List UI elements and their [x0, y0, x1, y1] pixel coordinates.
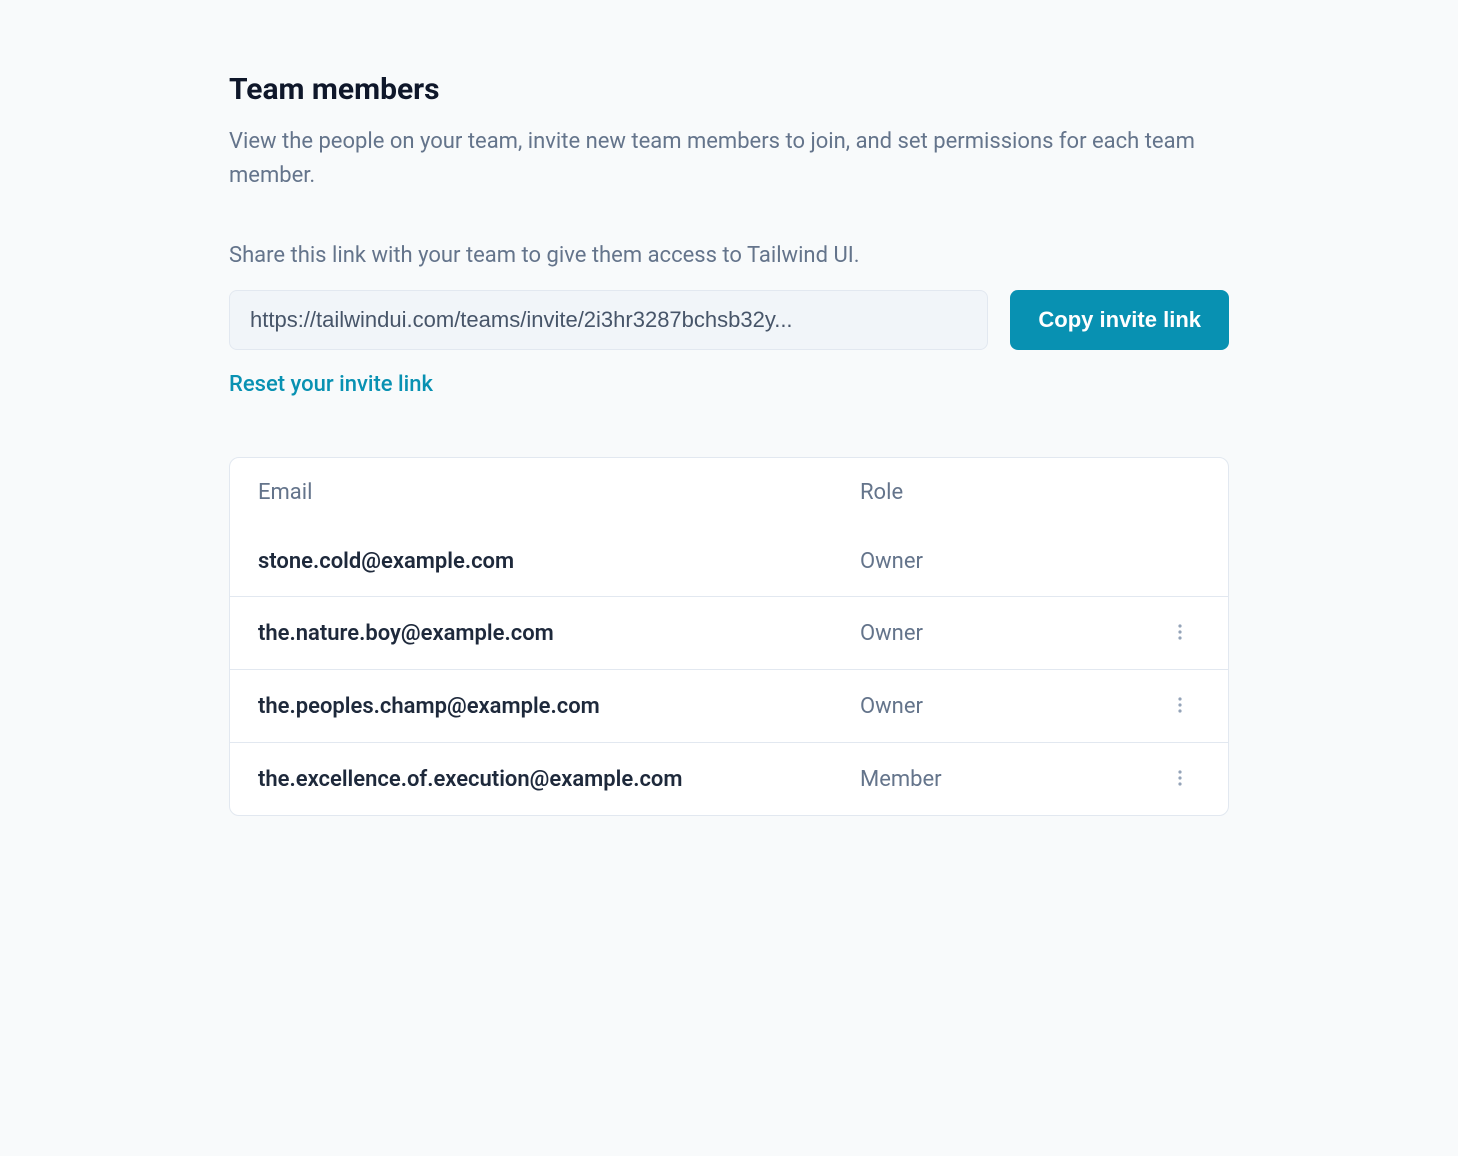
member-email: stone.cold@example.com	[258, 549, 860, 574]
member-email: the.excellence.of.execution@example.com	[258, 767, 860, 792]
more-vertical-icon	[1170, 695, 1190, 718]
member-role: Member	[860, 767, 1160, 792]
member-email: the.peoples.champ@example.com	[258, 694, 860, 719]
copy-invite-link-button[interactable]: Copy invite link	[1010, 290, 1229, 350]
table-row: the.peoples.champ@example.comOwner	[230, 669, 1228, 742]
member-role: Owner	[860, 621, 1160, 646]
table-row: stone.cold@example.comOwner	[230, 527, 1228, 596]
column-header-role: Role	[860, 480, 1160, 505]
member-email: the.nature.boy@example.com	[258, 621, 860, 646]
member-role: Owner	[860, 549, 1160, 574]
more-options-button[interactable]	[1166, 619, 1194, 647]
reset-invite-link[interactable]: Reset your invite link	[229, 372, 433, 397]
members-table: Email Role stone.cold@example.comOwnerth…	[229, 457, 1229, 816]
table-header-row: Email Role	[230, 458, 1228, 527]
share-link-label: Share this link with your team to give t…	[229, 243, 1229, 268]
invite-link-input[interactable]	[229, 290, 988, 350]
member-role: Owner	[860, 694, 1160, 719]
more-vertical-icon	[1170, 622, 1190, 645]
table-row: the.nature.boy@example.comOwner	[230, 596, 1228, 669]
page-description: View the people on your team, invite new…	[229, 125, 1229, 193]
column-header-email: Email	[258, 480, 860, 505]
table-row: the.excellence.of.execution@example.comM…	[230, 742, 1228, 815]
more-vertical-icon	[1170, 768, 1190, 791]
more-options-button[interactable]	[1166, 692, 1194, 720]
page-title: Team members	[229, 72, 1229, 107]
more-options-button[interactable]	[1166, 765, 1194, 793]
